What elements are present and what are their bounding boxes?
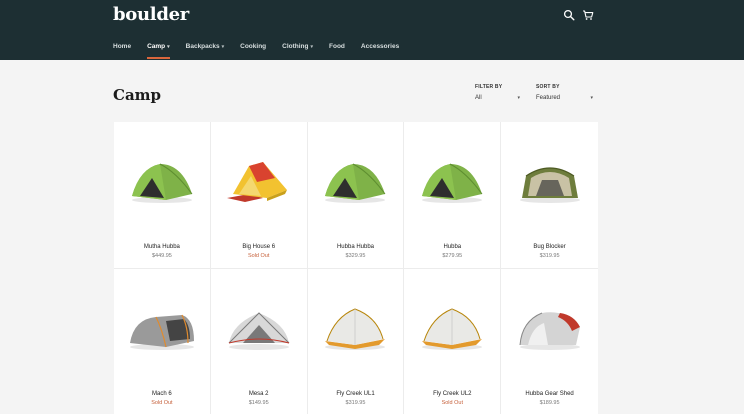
product-name[interactable]: Fly Creek UL2	[404, 391, 500, 397]
filter-by-label: FILTER BY	[475, 84, 503, 90]
chevron-down-icon: ▾	[517, 95, 520, 101]
sort-by-control: SORT BY Featured ▾	[536, 84, 593, 101]
nav-item-label: Clothing	[282, 43, 309, 50]
product-card[interactable]: Mach 6 Sold Out	[114, 269, 211, 414]
sold-out-label: Sold Out	[247, 253, 270, 259]
product-card[interactable]: Hubba Hubba $329.95	[307, 122, 405, 269]
nav-item-label: Camp	[147, 43, 166, 50]
nav-item-accessories[interactable]: Accessories	[361, 40, 399, 60]
nav-item-label: Food	[329, 43, 345, 50]
filter-by-control: FILTER BY All ▾	[475, 84, 520, 101]
product-name[interactable]: Hubba Hubba	[308, 244, 404, 250]
page-title: Camp	[113, 86, 162, 104]
product-grid: Mutha Hubba $449.95 Big House 6 Sold Out H…	[114, 122, 598, 414]
gray-mesh-tent-icon[interactable]	[221, 297, 297, 357]
product-name[interactable]: Mach 6	[114, 391, 210, 397]
product-card[interactable]: Mesa 2 $149.95	[210, 269, 308, 414]
chevron-down-icon: ▾	[310, 44, 314, 50]
nav-item-label: Home	[113, 43, 132, 50]
brand-logo[interactable]: boulder	[113, 4, 189, 25]
gray-tunnel-tent-icon[interactable]	[124, 297, 200, 357]
product-price: $189.95	[539, 400, 560, 406]
site-header: boulder Home Camp ▾ Backpacks ▾ Cooking Clothi…	[0, 0, 744, 60]
green-dome-tent-icon[interactable]	[318, 150, 394, 210]
product-name[interactable]: Hubba	[404, 244, 500, 250]
sold-out-label: Sold Out	[151, 400, 173, 406]
chevron-down-icon: ▾	[221, 44, 225, 50]
sort-by-select[interactable]: Featured ▾	[536, 95, 593, 101]
nav-item-label: Cooking	[240, 43, 267, 50]
nav-item-clothing[interactable]: Clothing ▾	[282, 40, 313, 60]
product-name[interactable]: Big House 6	[211, 244, 307, 250]
nav-item-food[interactable]: Food	[329, 40, 345, 60]
green-dome-tent-icon[interactable]	[414, 150, 490, 210]
yellow-cabin-tent-icon[interactable]	[221, 150, 297, 210]
filter-by-select[interactable]: All ▾	[475, 95, 520, 101]
product-card[interactable]: Fly Creek UL2 Sold Out	[404, 269, 502, 414]
product-name[interactable]: Mesa 2	[211, 391, 307, 397]
orange-mesh-tent-icon[interactable]	[318, 297, 394, 357]
product-card[interactable]: Hubba $279.95	[404, 122, 502, 269]
green-dome-tent-icon[interactable]	[124, 150, 200, 210]
search-icon[interactable]	[563, 9, 575, 21]
product-price: $329.95	[345, 253, 366, 259]
nav-item-home[interactable]: Home	[113, 40, 131, 60]
main-nav: Home Camp ▾ Backpacks ▾ Cooking Clothing ▾ Food A…	[113, 40, 415, 60]
product-card[interactable]: Big House 6 Sold Out	[210, 122, 308, 269]
cart-icon[interactable]	[582, 9, 594, 21]
nav-item-label: Backpacks	[185, 43, 220, 50]
product-price: $319.95	[539, 253, 560, 259]
product-name[interactable]: Bug Blocker	[501, 244, 598, 250]
product-name[interactable]: Fly Creek UL1	[308, 391, 404, 397]
sold-out-label: Sold Out	[441, 400, 463, 406]
chevron-down-icon: ▾	[167, 44, 170, 50]
nav-item-cooking[interactable]: Cooking	[240, 40, 266, 60]
filter-by-value: All	[475, 95, 482, 101]
nav-item-backpacks[interactable]: Backpacks ▾	[186, 40, 225, 60]
sort-by-label: SORT BY	[536, 84, 560, 90]
nav-item-label: Accessories	[360, 43, 400, 50]
chevron-down-icon: ▾	[590, 95, 593, 101]
gray-red-shed-tent-icon[interactable]	[511, 297, 588, 357]
product-card[interactable]: Bug Blocker $319.95	[501, 122, 598, 269]
sort-by-value: Featured	[536, 95, 561, 101]
nav-item-camp[interactable]: Camp ▾	[147, 40, 170, 60]
product-price: $149.95	[248, 400, 269, 406]
product-price: $279.95	[442, 253, 463, 259]
product-card[interactable]: Mutha Hubba $449.95	[114, 122, 211, 269]
product-card[interactable]: Hubba Gear Shed $189.95	[501, 269, 598, 414]
orange-mesh-tent-icon[interactable]	[414, 297, 490, 357]
product-name[interactable]: Mutha Hubba	[114, 244, 210, 250]
product-price: $449.95	[151, 253, 172, 259]
product-price: $319.95	[345, 400, 366, 406]
product-name[interactable]: Hubba Gear Shed	[501, 391, 598, 397]
product-card[interactable]: Fly Creek UL1 $319.95	[307, 269, 405, 414]
khaki-screen-tent-icon[interactable]	[511, 150, 588, 210]
